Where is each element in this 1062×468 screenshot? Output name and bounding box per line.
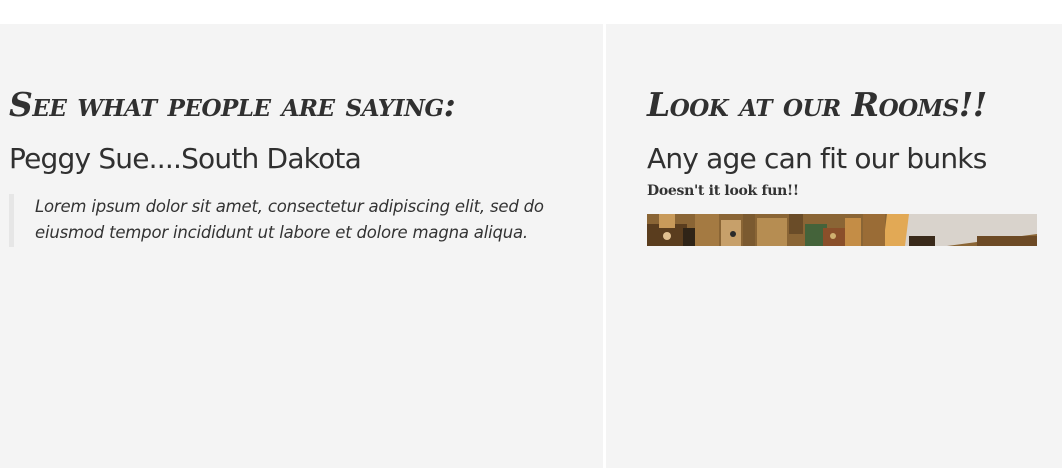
room-photo — [647, 214, 1037, 246]
testimonial-quote: Lorem ipsum dolor sit amet, consectetur … — [9, 194, 544, 247]
rooms-caption: Doesn't it look fun!! — [647, 183, 799, 199]
top-strip — [0, 0, 1062, 24]
page: See what people are saying: Peggy Sue...… — [0, 0, 1062, 468]
rooms-section: Look at our Rooms!! Any age can fit our … — [606, 24, 1062, 468]
testimonial-author: Peggy Sue....South Dakota — [9, 142, 362, 175]
rooms-heading: Look at our Rooms!! — [647, 85, 987, 124]
rooms-subheading: Any age can fit our bunks — [647, 142, 987, 175]
room-photo-image — [647, 214, 1037, 246]
testimonials-section: See what people are saying: Peggy Sue...… — [0, 24, 603, 468]
testimonials-heading: See what people are saying: — [9, 85, 456, 124]
